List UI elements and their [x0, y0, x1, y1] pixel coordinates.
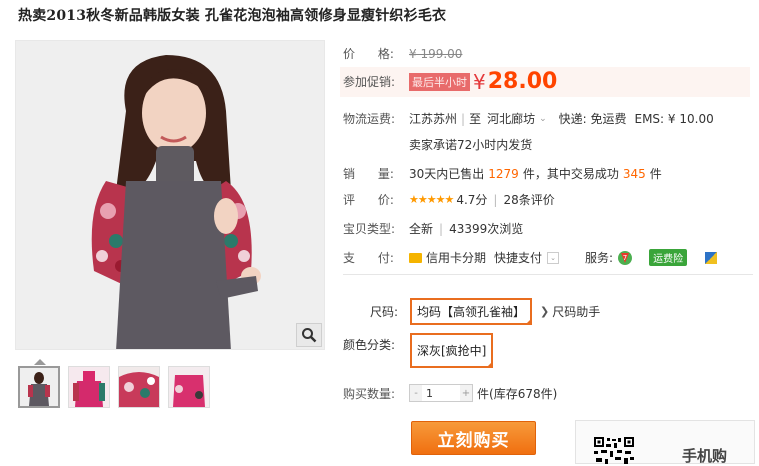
thumbnail-1[interactable] — [18, 366, 60, 408]
sales-label: 销 量: — [343, 167, 394, 181]
credit-badge-icon[interactable] — [705, 251, 718, 264]
mobile-buy-panel[interactable]: 手机购 — [575, 420, 755, 465]
sales-row: 销 量: 30天内已售出 1279 件，其中交易成功 345 件 — [343, 165, 662, 182]
price-row: 价 格: ¥ 199.00 — [343, 45, 462, 62]
credit-card-icon — [409, 252, 422, 263]
svg-text:7: 7 — [623, 254, 627, 262]
express-fee: 快递: 免运费 — [558, 112, 627, 126]
thumbnail-4[interactable] — [168, 366, 210, 408]
buy-now-button[interactable]: 立刻购买 — [411, 421, 536, 455]
ship-to-select[interactable]: 河北廊坊 — [487, 110, 535, 127]
thumbnail-3[interactable] — [118, 366, 160, 408]
thumbnail-2[interactable] — [68, 366, 110, 408]
model-photo — [16, 41, 324, 349]
quantity-input[interactable]: 1 — [422, 387, 460, 400]
promo-price: 28.00 — [487, 69, 558, 94]
zoom-button[interactable] — [296, 323, 322, 347]
ship-from: 江苏苏州 — [409, 112, 458, 126]
guarantee-icon[interactable]: 7 — [617, 250, 633, 266]
quick-pay[interactable]: 快捷支付 — [494, 249, 542, 266]
price-label: 价 格: — [343, 47, 394, 61]
quantity-stepper: - 1 + — [409, 384, 473, 402]
arrow-right-icon: ❯ — [540, 305, 550, 318]
size-option-selected[interactable]: 均码【高领孔雀袖】 — [410, 298, 533, 325]
thumbnail-pointer — [34, 359, 46, 365]
type-row: 宝贝类型: 全新 | 43399次浏览 — [343, 220, 523, 237]
main-product-image[interactable] — [15, 40, 325, 350]
color-label: 颜色分类: — [343, 338, 396, 352]
sales-suffix: 件 — [649, 167, 662, 181]
condition-value: 全新 — [409, 222, 434, 236]
ship-promise: 卖家承诺72小时内发货 — [409, 138, 533, 152]
color-option-selected[interactable]: 深灰[疯抢中] — [410, 333, 494, 368]
size-helper-link[interactable]: 尺码助手 — [552, 303, 600, 320]
size-label: 尺码: — [370, 305, 399, 319]
size-row: 尺码: 均码【高领孔雀袖】 ❯ 尺码助手 — [370, 298, 600, 325]
product-title: 热卖2013秋冬新品韩版女装 孔雀花泡泡袖高领修身显瘦针织衫毛衣 — [18, 8, 447, 24]
increment-button[interactable]: + — [460, 385, 472, 401]
credit-installment[interactable]: 信用卡分期 — [426, 249, 486, 266]
separator: | — [461, 111, 466, 126]
mobile-buy-label: 手机购 — [682, 447, 728, 465]
ship-to-word: 至 — [469, 112, 482, 126]
shipping-label: 物流运费: — [343, 112, 396, 126]
original-price: ¥ 199.00 — [409, 46, 463, 61]
separator: | — [439, 221, 444, 236]
shipping-insurance-badge[interactable]: 运费险 — [649, 249, 688, 266]
rating-label: 评 价: — [343, 193, 394, 207]
currency-symbol: ¥ — [473, 69, 486, 94]
star-rating-icon: ★★★★★ — [409, 193, 454, 206]
color-option-wrapper: 深灰[疯抢中] — [410, 333, 494, 368]
quantity-unit: 件 — [477, 386, 490, 401]
sold-count: 1279 — [488, 166, 519, 181]
sales-prefix: 30天内已售出 — [409, 167, 485, 181]
rating-score: 4.7分 — [456, 193, 488, 207]
success-count: 345 — [622, 166, 646, 181]
qr-code-icon — [594, 437, 634, 464]
promo-row: 参加促销: 最后半小时 ¥ 28.00 — [343, 69, 557, 94]
ship-promise-row: 卖家承诺72小时内发货 — [409, 136, 532, 153]
quantity-row: 购买数量: - 1 + 件 (库存678件) — [343, 384, 557, 402]
quantity-label: 购买数量: — [343, 386, 396, 401]
service-label: 服务: — [585, 251, 614, 265]
dropdown-icon[interactable]: ⌄ — [547, 251, 560, 264]
color-row: 颜色分类: — [343, 336, 410, 353]
magnifier-icon — [302, 328, 317, 343]
payment-row: 支 付: 信用卡分期 快捷支付 ⌄ 服务: 7 运费险 — [343, 249, 718, 266]
stock-count: (库存678件) — [489, 386, 558, 401]
divider — [343, 274, 753, 275]
decrement-button[interactable]: - — [410, 385, 422, 401]
payment-label: 支 付: — [343, 251, 394, 265]
sales-mid: 件，其中交易成功 — [522, 167, 619, 181]
ems-fee: EMS: ¥ 10.00 — [634, 111, 714, 126]
view-count: 43399次浏览 — [449, 222, 524, 236]
rating-row: 评 价: ★★★★★ 4.7分 | 28条评价 — [343, 191, 555, 208]
separator: | — [493, 192, 498, 207]
chevron-down-icon[interactable]: ⌄ — [539, 114, 547, 124]
promo-tag: 最后半小时 — [409, 72, 470, 91]
review-count-link[interactable]: 28条评价 — [503, 191, 554, 208]
thumbnail-strip — [18, 366, 210, 408]
shipping-row: 物流运费: 江苏苏州 | 至 河北廊坊 ⌄ 快递: 免运费 EMS: ¥ 10.… — [343, 110, 714, 127]
type-label: 宝贝类型: — [343, 222, 396, 236]
promo-label: 参加促销: — [343, 75, 396, 89]
